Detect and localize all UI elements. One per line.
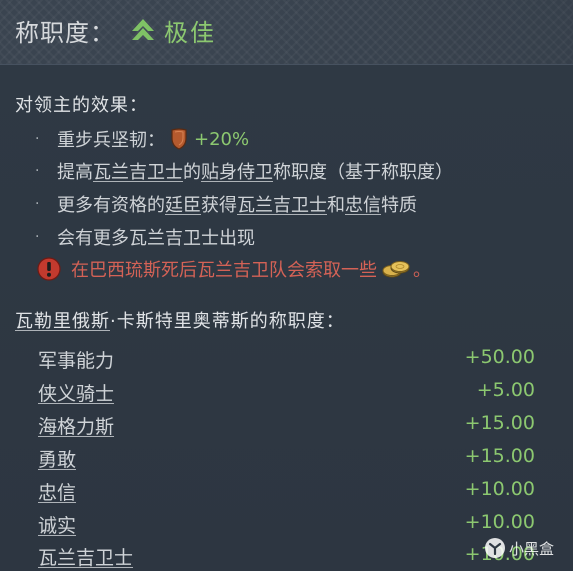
effect-text: 特质 [381,195,417,216]
link-loyal[interactable]: 忠信 [345,191,381,217]
breakdown-row: 侠义骑士 +5.00 [38,377,535,405]
modifier-value: +5.00 [476,379,535,401]
modifier-name: 军事能力 [38,350,115,372]
effect-text: 的 [183,162,201,183]
header-value: 极佳 [164,19,216,47]
green-arrow-up-icon [132,19,154,40]
link-bodyguard[interactable]: 贴身侍卫 [201,158,273,184]
breakdown-row: 忠信 +10.00 [38,476,535,504]
trait-link[interactable]: 海格力斯 [38,412,114,439]
modifier-value: +15.00 [464,412,535,434]
modifier-value: +10.00 [464,478,535,500]
breakdown-row: 勇敢 +15.00 [38,443,535,471]
bullet-dot: · [35,131,40,147]
trait-link[interactable]: 诚实 [38,511,76,538]
effect-text: 提高 [57,162,93,183]
bullet-dot: · [35,196,40,212]
trait-link[interactable]: 瓦兰吉卫士 [38,543,133,570]
effect-text: 称职度（基于称职度） [273,162,453,183]
effects-title: 对领主的效果： [15,95,148,116]
link-varangian-guard[interactable]: 瓦兰吉卫士 [93,158,183,184]
watermark-text: 小黑盒 [509,539,555,558]
breakdown-row: 诚实 +10.00 [38,509,535,537]
trait-link[interactable]: 忠信 [38,478,76,505]
gold-coins-icon [382,261,410,278]
header-label: 称职度： [15,19,115,47]
effect-text: 和 [327,195,345,216]
effect-item-more-varangians: · 会有更多瓦兰吉卫士出现 [35,224,255,250]
effect-text: 会有更多瓦兰吉卫士出现 [57,228,255,249]
breakdown-row: 海格力斯 +15.00 [38,410,535,438]
effect-item-courtiers: · 更多有资格的 廷臣 获得 瓦兰吉卫士 和 忠信 特质 [35,191,417,217]
modifier-value: +50.00 [464,346,535,368]
modifier-value: +15.00 [464,445,535,467]
effect-bonus: +20% [194,128,250,150]
effect-label: 重步兵坚韧： [57,130,165,151]
link-varangian-guard[interactable]: 瓦兰吉卫士 [237,191,327,217]
trait-link[interactable]: 勇敢 [38,445,76,472]
red-exclamation-icon [37,257,61,281]
breakdown-title: 瓦勒里俄斯·卡斯特里奥蒂斯的称职度： [15,307,345,333]
link-character-name[interactable]: 瓦勒里俄斯 [15,311,110,332]
modifier-value: +10.00 [464,511,535,533]
effect-text: 更多有资格的 [57,195,165,216]
breakdown-title-rest: ·卡斯特里奥蒂斯的称职度： [110,311,345,332]
link-courtier[interactable]: 廷臣 [165,191,201,217]
trait-link[interactable]: 侠义骑士 [38,379,114,406]
warning-text: 在巴西琉斯死后瓦兰吉卫队会索取一些 [71,260,377,281]
breakdown-row: 军事能力 +50.00 [38,344,535,372]
heybox-logo-icon [485,538,505,558]
shield-icon[interactable] [170,128,188,150]
watermark: 小黑盒 [484,536,554,560]
warning-text-row: 在巴西琉斯死后瓦兰吉卫队会索取一些 。 [71,256,431,282]
effect-item-bodyguard: · 提高 瓦兰吉卫士 的 贴身侍卫 称职度（基于称职度） [35,158,453,184]
effect-item-heavy-infantry: · 重步兵坚韧： +20% [35,126,249,152]
bullet-dot: · [35,163,40,179]
tooltip-header: 称职度： 极佳 [0,0,573,65]
warning-suffix: 。 [413,260,431,281]
effect-text: 获得 [201,195,237,216]
breakdown-row: 瓦兰吉卫士 +10.00 [38,541,535,569]
bullet-dot: · [35,229,40,245]
